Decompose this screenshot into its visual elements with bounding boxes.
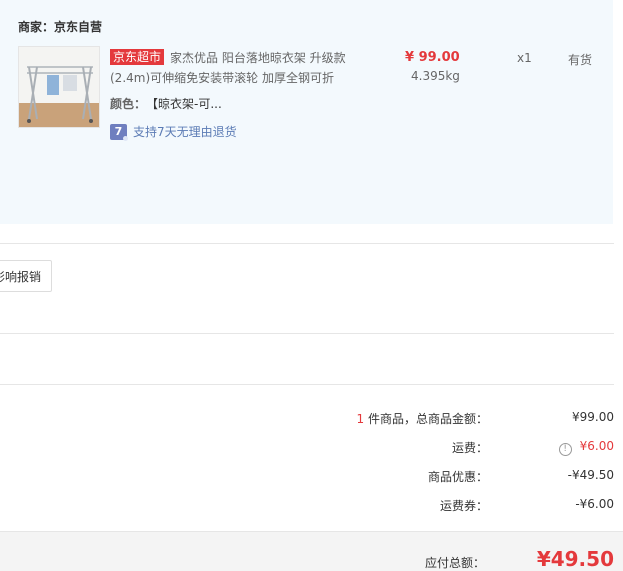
merchant-label: 商家： xyxy=(18,20,55,34)
shipping-row: 运费： ! ¥6.00 xyxy=(300,439,614,457)
divider xyxy=(0,384,614,385)
discount-label: 商品优惠： xyxy=(427,470,488,484)
merchant-line: 商家：京东自营 xyxy=(18,18,102,35)
goods-total-label: 1 件商品，总商品金额： xyxy=(356,412,488,426)
attribute-value: 【晾衣架-可... xyxy=(152,97,222,111)
total-bar: 应付总额： ¥49.50 xyxy=(0,531,623,571)
return-policy-text[interactable]: 支持7天无理由退货 xyxy=(133,123,237,140)
total-label: 应付总额： xyxy=(424,556,485,570)
total-amount: ¥49.50 xyxy=(536,547,614,571)
merchant-name: 京东自营 xyxy=(54,20,103,34)
supermarket-tag: 京东超市 xyxy=(110,49,165,65)
shipping-value: ¥6.00 xyxy=(579,439,614,453)
shipping-coupon-value: -¥6.00 xyxy=(575,497,614,511)
seven-day-return-icon: 7 xyxy=(110,123,128,141)
product-quantity: x1 xyxy=(517,51,532,65)
info-icon[interactable]: ! xyxy=(558,443,572,456)
discount-row: 商品优惠： -¥49.50 xyxy=(300,468,614,486)
product-attribute: 颜色： 【晾衣架-可... xyxy=(110,95,222,112)
store-order-panel: 商家：京东自营 京东超市 家杰优品 阳台落地晾衣架 升级款(2.4m)可伸缩免安装… xyxy=(0,0,613,224)
product-title[interactable]: 京东超市 家杰优品 阳台落地晾衣架 升级款(2.4m)可伸缩免安装带滚轮 加厚全钢… xyxy=(110,48,350,88)
drying-rack-image xyxy=(19,47,99,127)
shipping-coupon-label: 运费券： xyxy=(439,499,488,513)
stock-status: 有货 xyxy=(568,53,593,67)
shipping-coupon-row: 运费券： -¥6.00 xyxy=(300,497,614,515)
product-thumbnail[interactable] xyxy=(18,46,100,128)
attribute-label: 颜色： xyxy=(110,97,147,111)
shipping-value-wrap: ! ¥6.00 xyxy=(558,439,614,456)
goods-total-row: 1 件商品，总商品金额： ¥99.00 xyxy=(300,410,614,428)
return-policy[interactable]: 7 支持7天无理由退货 xyxy=(110,123,237,141)
shipping-label: 运费： xyxy=(451,441,488,455)
product-weight: 4.395kg xyxy=(411,69,460,83)
divider xyxy=(0,243,614,244)
product-price: ¥ 99.00 xyxy=(405,50,460,65)
invoice-reimbursement-button[interactable]: 影响报销 xyxy=(0,260,52,292)
goods-total-value: ¥99.00 xyxy=(572,410,614,424)
divider xyxy=(0,333,614,334)
discount-value: -¥49.50 xyxy=(567,468,614,482)
